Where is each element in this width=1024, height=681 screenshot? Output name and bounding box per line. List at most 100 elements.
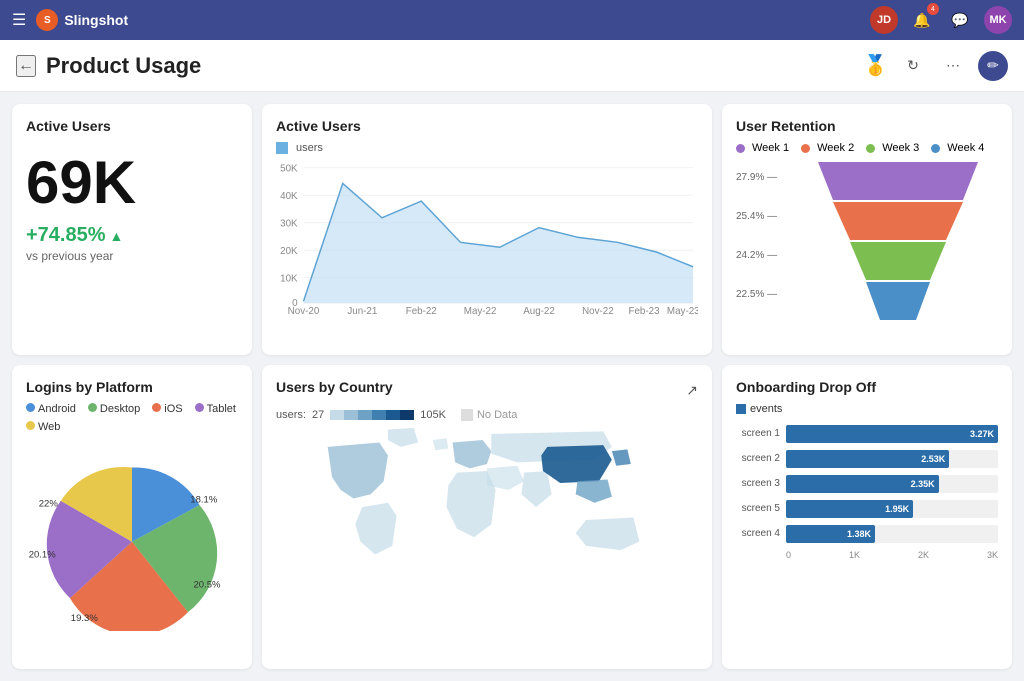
range-label: users:	[276, 409, 306, 421]
tablet-dot	[195, 403, 204, 412]
back-button[interactable]: ←	[16, 55, 36, 77]
svg-text:19.3%: 19.3%	[71, 613, 99, 624]
screen-label: screen 2	[736, 453, 780, 464]
hamburger-menu[interactable]: ☰	[12, 10, 26, 30]
screen-bar-value: 2.35K	[911, 479, 935, 489]
axis-2k: 2K	[918, 550, 929, 560]
screen-bar-wrap: 2.53K	[786, 450, 998, 468]
retention-legend-week1: Week 1	[736, 142, 789, 154]
onboarding-dropoff-card: Onboarding Drop Off events screen 1 3.27…	[722, 365, 1012, 669]
edit-button[interactable]: ✏	[978, 51, 1008, 81]
android-dot	[26, 403, 35, 412]
svg-text:20.1%: 20.1%	[29, 549, 57, 560]
user-avatar-2[interactable]: MK	[984, 6, 1012, 34]
svg-text:20K: 20K	[280, 246, 298, 257]
screen-bar-wrap: 2.35K	[786, 475, 998, 493]
logins-platform-title: Logins by Platform	[26, 379, 238, 395]
page-title: Product Usage	[46, 53, 853, 79]
topnav-icons: JD 🔔 4 💬 MK	[870, 6, 1012, 34]
week4-dot	[931, 144, 940, 153]
axis-3k: 3K	[987, 550, 998, 560]
screen-bar-wrap: 1.95K	[786, 500, 998, 518]
screen-bar: 2.35K	[786, 475, 939, 493]
range-min: 27	[312, 409, 324, 421]
ios-dot	[152, 403, 161, 412]
notifications-wrapper[interactable]: 🔔 4	[908, 6, 936, 34]
onboarding-legend: events	[736, 403, 998, 415]
chat-icon[interactable]: 💬	[946, 6, 974, 34]
logo-icon: S	[36, 9, 58, 31]
week1-dot	[736, 144, 745, 153]
tablet-legend: Tablet	[195, 403, 236, 415]
top-navigation: ☰ S Slingshot JD 🔔 4 💬 MK	[0, 0, 1024, 40]
axis-1k: 1K	[849, 550, 860, 560]
funnel-label-1: 27.9% —	[736, 172, 790, 183]
pie-chart-svg: 18.1% 20.5% 19.3% 20.1% 22%	[26, 441, 238, 632]
funnel-label-2: 25.4% —	[736, 211, 790, 222]
rb6	[400, 410, 414, 420]
svg-text:22%: 22%	[39, 498, 59, 509]
svg-text:Aug-22: Aug-22	[523, 306, 555, 316]
svg-text:50K: 50K	[280, 164, 298, 175]
svg-text:May-22: May-22	[464, 306, 497, 316]
rb3	[358, 410, 372, 420]
users-country-card: Users by Country ↗ users: 27 105K No Dat…	[262, 365, 712, 669]
screen-row: screen 3 2.35K	[736, 475, 998, 493]
screen-bar: 2.53K	[786, 450, 949, 468]
desktop-dot	[88, 403, 97, 412]
country-range: users: 27 105K No Data	[276, 409, 698, 421]
desktop-legend: Desktop	[88, 403, 140, 415]
logins-platform-card: Logins by Platform Android Desktop iOS T…	[12, 365, 252, 669]
header-actions: ↻ ⋯ ✏	[898, 51, 1008, 81]
chart-legend: users	[276, 142, 698, 154]
no-data-label: No Data	[461, 409, 517, 421]
user-retention-card: User Retention Week 1 Week 2 Week 3 Week…	[722, 104, 1012, 355]
platform-legend: Android Desktop iOS Tablet Web	[26, 403, 238, 433]
screen-bar-wrap: 3.27K	[786, 425, 998, 443]
week4-label: Week 4	[947, 142, 984, 154]
expand-icon[interactable]: ↗	[686, 382, 698, 399]
onboarding-title: Onboarding Drop Off	[736, 379, 998, 395]
kpi-value: 69K	[26, 150, 238, 216]
funnel-container: 27.9% — 25.4% — 24.2% — 22.5% —	[736, 162, 998, 322]
funnel-label-3: 24.2% —	[736, 250, 790, 261]
page-header: ← Product Usage 🥇 ↻ ⋯ ✏	[0, 40, 1024, 92]
rb4	[372, 410, 386, 420]
kpi-subtitle: vs previous year	[26, 249, 238, 263]
active-users-chart-card: Active Users users 50K 40K 30K 20K 10K 0	[262, 104, 712, 355]
more-button[interactable]: ⋯	[938, 51, 968, 81]
week3-dot	[866, 144, 875, 153]
week2-dot	[801, 144, 810, 153]
screen-bars: screen 1 3.27K screen 2 2.53K screen 3 2…	[736, 425, 998, 543]
screen-row: screen 5 1.95K	[736, 500, 998, 518]
no-data-text: No Data	[477, 409, 517, 421]
week1-label: Week 1	[752, 142, 789, 154]
ob-axis: 0 1K 2K 3K	[736, 550, 998, 560]
dashboard: Active Users 69K +74.85% ▲ vs previous y…	[0, 92, 1024, 681]
screen-label: screen 1	[736, 428, 780, 439]
screen-bar: 3.27K	[786, 425, 998, 443]
funnel-label-4: 22.5% —	[736, 289, 790, 300]
users-legend-label: users	[296, 142, 323, 154]
funnel-svg	[798, 162, 998, 322]
week2-label: Week 2	[817, 142, 854, 154]
active-users-chart-title: Active Users	[276, 118, 698, 134]
screen-bar-wrap: 1.38K	[786, 525, 998, 543]
retention-legend: Week 1 Week 2 Week 3 Week 4	[736, 142, 998, 154]
kpi-change: +74.85% ▲	[26, 224, 238, 247]
screen-bar: 1.95K	[786, 500, 913, 518]
user-retention-title: User Retention	[736, 118, 998, 134]
svg-text:May-23: May-23	[667, 306, 698, 316]
user-avatar-1[interactable]: JD	[870, 6, 898, 34]
kpi-triangle-icon: ▲	[110, 228, 124, 244]
screen-bar-value: 3.27K	[970, 429, 994, 439]
retention-legend-week4: Week 4	[931, 142, 984, 154]
screen-bar-value: 1.38K	[847, 529, 871, 539]
web-dot	[26, 421, 35, 430]
web-legend: Web	[26, 421, 60, 433]
svg-text:18.1%: 18.1%	[190, 494, 218, 505]
screen-bar-value: 1.95K	[885, 504, 909, 514]
refresh-button[interactable]: ↻	[898, 51, 928, 81]
android-legend: Android	[26, 403, 76, 415]
country-header: Users by Country ↗	[276, 379, 698, 403]
